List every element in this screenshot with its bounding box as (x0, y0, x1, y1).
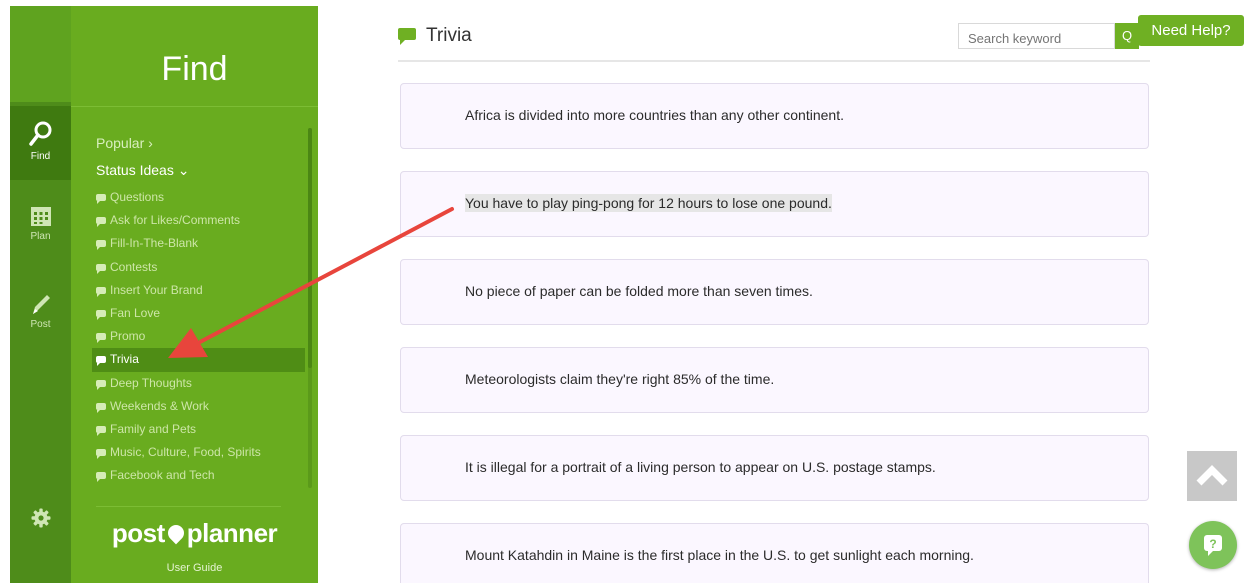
rail-item-plan[interactable]: Plan (10, 196, 71, 266)
trivia-text: Mount Katahdin in Maine is the first pla… (465, 547, 974, 563)
panel-divider (71, 106, 318, 107)
nav-item-label: Deep Thoughts (110, 375, 192, 390)
nav-item-label: Music, Culture, Food, Spirits (110, 445, 261, 460)
nav-item-fan-love[interactable]: Fan Love (96, 302, 318, 325)
nav-item-promo[interactable]: Promo (96, 325, 318, 348)
nav-item-label: Fan Love (110, 305, 161, 320)
gear-icon (31, 508, 50, 528)
trivia-card[interactable]: Meteorologists claim they're right 85% o… (400, 347, 1149, 413)
rail-item-post[interactable]: Post (10, 284, 71, 354)
rail-header (10, 6, 71, 102)
trivia-text-highlighted: You have to play ping-pong for 12 hours … (465, 194, 832, 212)
rail-item-find[interactable]: Find (10, 106, 71, 180)
speech-bubble-icon (96, 356, 106, 367)
find-panel: Find Popular › Status Ideas ⌄ Questions A… (71, 6, 318, 583)
chat-icon: ? (1204, 535, 1222, 556)
nav-item-label: Weekends & Work (110, 398, 209, 413)
nav-item-weekends-work[interactable]: Weekends & Work (96, 395, 318, 418)
chevron-up-icon (1196, 465, 1228, 486)
speech-bubble-icon (96, 472, 106, 483)
speech-bubble-icon (96, 379, 106, 390)
speech-bubble-icon (96, 425, 106, 436)
trivia-card[interactable]: You have to play ping-pong for 12 hours … (400, 171, 1149, 237)
speech-bubble-icon (96, 286, 106, 297)
left-margin (0, 0, 10, 583)
nav-item-contests[interactable]: Contests (96, 256, 318, 279)
nav-item-label: Promo (110, 329, 146, 344)
nav-item-family-and-pets[interactable]: Family and Pets (96, 418, 318, 441)
brand-left: post (111, 518, 165, 548)
nav-item-trivia[interactable]: Trivia (92, 348, 305, 372)
search-icon (28, 121, 51, 146)
scroll-to-top-button[interactable] (1187, 451, 1237, 501)
nav-item-fill-in-the-blank[interactable]: Fill-In-The-Blank (96, 232, 318, 255)
chat-button[interactable]: ? (1189, 521, 1237, 569)
speech-bubble-icon (96, 240, 106, 251)
trivia-text: It is illegal for a portrait of a living… (465, 459, 936, 475)
nav-item-label: Facebook and Tech (110, 468, 215, 483)
panel-title: Find (161, 50, 228, 88)
trivia-text: Africa is divided into more countries th… (465, 107, 844, 123)
rail-item-settings[interactable] (10, 500, 71, 540)
speech-bubble-icon (398, 28, 416, 45)
trivia-text: Meteorologists claim they're right 85% o… (465, 371, 775, 387)
speech-bubble-icon (96, 449, 106, 460)
page-title: Trivia (426, 25, 472, 46)
nav-item-facebook-and-tech[interactable]: Facebook and Tech (96, 464, 318, 487)
search-button[interactable]: Q (1115, 23, 1139, 49)
nav-item-label: Questions (110, 190, 165, 204)
trivia-card[interactable]: Africa is divided into more countries th… (400, 83, 1149, 149)
speech-bubble-icon (96, 263, 106, 274)
rail-label-post: Post (30, 319, 51, 330)
rail-label-find: Find (30, 151, 51, 162)
nav-popular[interactable]: Popular › (96, 135, 153, 151)
need-help-button[interactable]: Need Help? (1138, 15, 1244, 46)
search-input[interactable] (958, 23, 1115, 49)
post-planner-logo: post planner (71, 518, 318, 549)
speech-bubble-icon (96, 194, 106, 204)
app-root: Find Plan Post Find Popular › Status Ide… (0, 0, 1248, 583)
brand-right: planner (186, 518, 278, 548)
speech-bubble-icon (96, 333, 106, 344)
nav-item-label: Family and Pets (110, 421, 197, 436)
nav-status-ideas[interactable]: Status Ideas ⌄ (96, 162, 189, 179)
nav-item-ask-for-likes-comments[interactable]: Ask for Likes/Comments (96, 209, 318, 232)
icon-rail: Find Plan Post (10, 6, 71, 583)
nav-item-music-culture-food-spirits[interactable]: Music, Culture, Food, Spirits (96, 441, 318, 464)
speech-bubble-icon (96, 402, 106, 413)
nav-item-insert-your-brand[interactable]: Insert Your Brand (96, 279, 318, 302)
location-pin-icon (164, 521, 188, 545)
trivia-card[interactable]: Mount Katahdin in Maine is the first pla… (400, 523, 1149, 583)
trivia-text: No piece of paper can be folded more tha… (465, 283, 813, 299)
panel-scrollbar[interactable] (308, 128, 312, 368)
rail-label-plan: Plan (30, 231, 51, 242)
pencil-icon (32, 295, 50, 314)
nav-item-questions[interactable]: Questions (96, 186, 318, 209)
nav-item-label: Trivia (110, 352, 139, 367)
nav-item-deep-thoughts[interactable]: Deep Thoughts (96, 372, 318, 395)
user-guide-link[interactable]: User Guide (71, 562, 318, 574)
trivia-card[interactable]: It is illegal for a portrait of a living… (400, 435, 1149, 501)
speech-bubble-icon (96, 217, 106, 228)
nav-item-label: Ask for Likes/Comments (110, 213, 241, 228)
calendar-icon (30, 207, 51, 226)
header-divider (398, 60, 1150, 62)
status-ideas-list: Questions Ask for Likes/Comments Fill-In-T… (92, 186, 318, 487)
nav-item-label: Insert Your Brand (110, 282, 203, 297)
trivia-card[interactable]: No piece of paper can be folded more tha… (400, 259, 1149, 325)
brand-divider (96, 506, 281, 507)
nav-item-label: Contests (110, 259, 158, 274)
svg-text:?: ? (1209, 537, 1216, 551)
nav-item-label: Fill-In-The-Blank (110, 236, 199, 251)
speech-bubble-icon (96, 309, 106, 320)
